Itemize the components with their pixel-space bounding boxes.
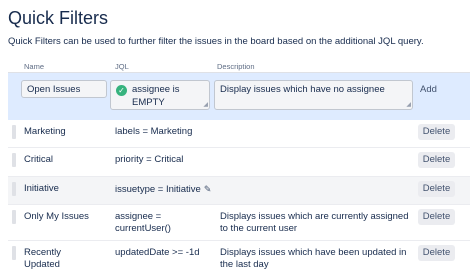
add-filter-button[interactable]: Add [420,82,444,98]
column-header-jql: JQL [115,62,129,71]
filter-jql[interactable]: labels = Marketing [115,126,192,138]
drag-handle-icon[interactable] [12,182,16,196]
delete-button[interactable]: Delete [418,209,455,225]
resize-grip-icon[interactable]: ◢ [406,102,411,108]
filter-name: Marketing [24,126,66,137]
new-filter-jql-field[interactable]: ✓ assignee is EMPTY ◢ [110,80,210,110]
add-filter-row: Open Issues ✓ assignee is EMPTY ◢ Displa… [8,73,470,120]
drag-handle-icon[interactable] [12,125,16,139]
delete-button[interactable]: Delete [418,245,455,261]
filter-jql[interactable]: issuetype = Initiative ✎ [115,183,211,196]
delete-button[interactable]: Delete [418,124,455,140]
filter-description[interactable]: Displays issues which are currently assi… [220,211,410,235]
drag-handle-icon[interactable] [12,210,16,224]
filter-jql[interactable]: updatedDate >= -1d [115,247,200,259]
filter-name: Only My Issues [24,211,89,222]
page-description: Quick Filters can be used to further fil… [8,36,424,47]
filter-row-recently-updated: Recently Updated updatedDate >= -1d Disp… [8,241,470,274]
page-title: Quick Filters [8,8,109,28]
new-filter-jql-text: assignee is EMPTY [132,84,180,108]
filter-jql-text: issuetype = Initiative [115,184,201,195]
new-filter-name-field[interactable]: Open Issues [21,80,107,98]
new-filter-description-field[interactable]: Display issues which have no assignee ◢ [214,80,413,110]
filter-row-critical: Critical priority = Critical Delete [8,148,470,176]
delete-button[interactable]: Delete [418,181,455,197]
delete-button[interactable]: Delete [418,152,455,168]
pencil-icon[interactable]: ✎ [204,183,212,195]
filter-name: Recently Updated [24,247,61,270]
filter-row-initiative: Initiative issuetype = Initiative ✎ Delet… [8,177,470,204]
filter-row-marketing: Marketing labels = Marketing Delete [8,120,470,147]
resize-grip-icon[interactable]: ◢ [203,102,208,108]
filter-name: Critical [24,154,54,165]
drag-handle-icon[interactable] [12,153,16,167]
filter-jql[interactable]: assignee = currentUser() [115,211,171,235]
column-header-name: Name [24,62,45,71]
check-circle-icon: ✓ [116,85,127,96]
drag-handle-icon[interactable] [12,246,16,260]
filter-jql[interactable]: priority = Critical [115,154,183,166]
filter-row-only-my-issues: Only My Issues assignee = currentUser() … [8,205,470,240]
column-header-description: Description [217,62,255,71]
filter-name: Initiative [24,183,59,194]
new-filter-description-text: Display issues which have no assignee [220,84,385,95]
filter-description[interactable]: Displays issues which have been updated … [220,247,410,271]
